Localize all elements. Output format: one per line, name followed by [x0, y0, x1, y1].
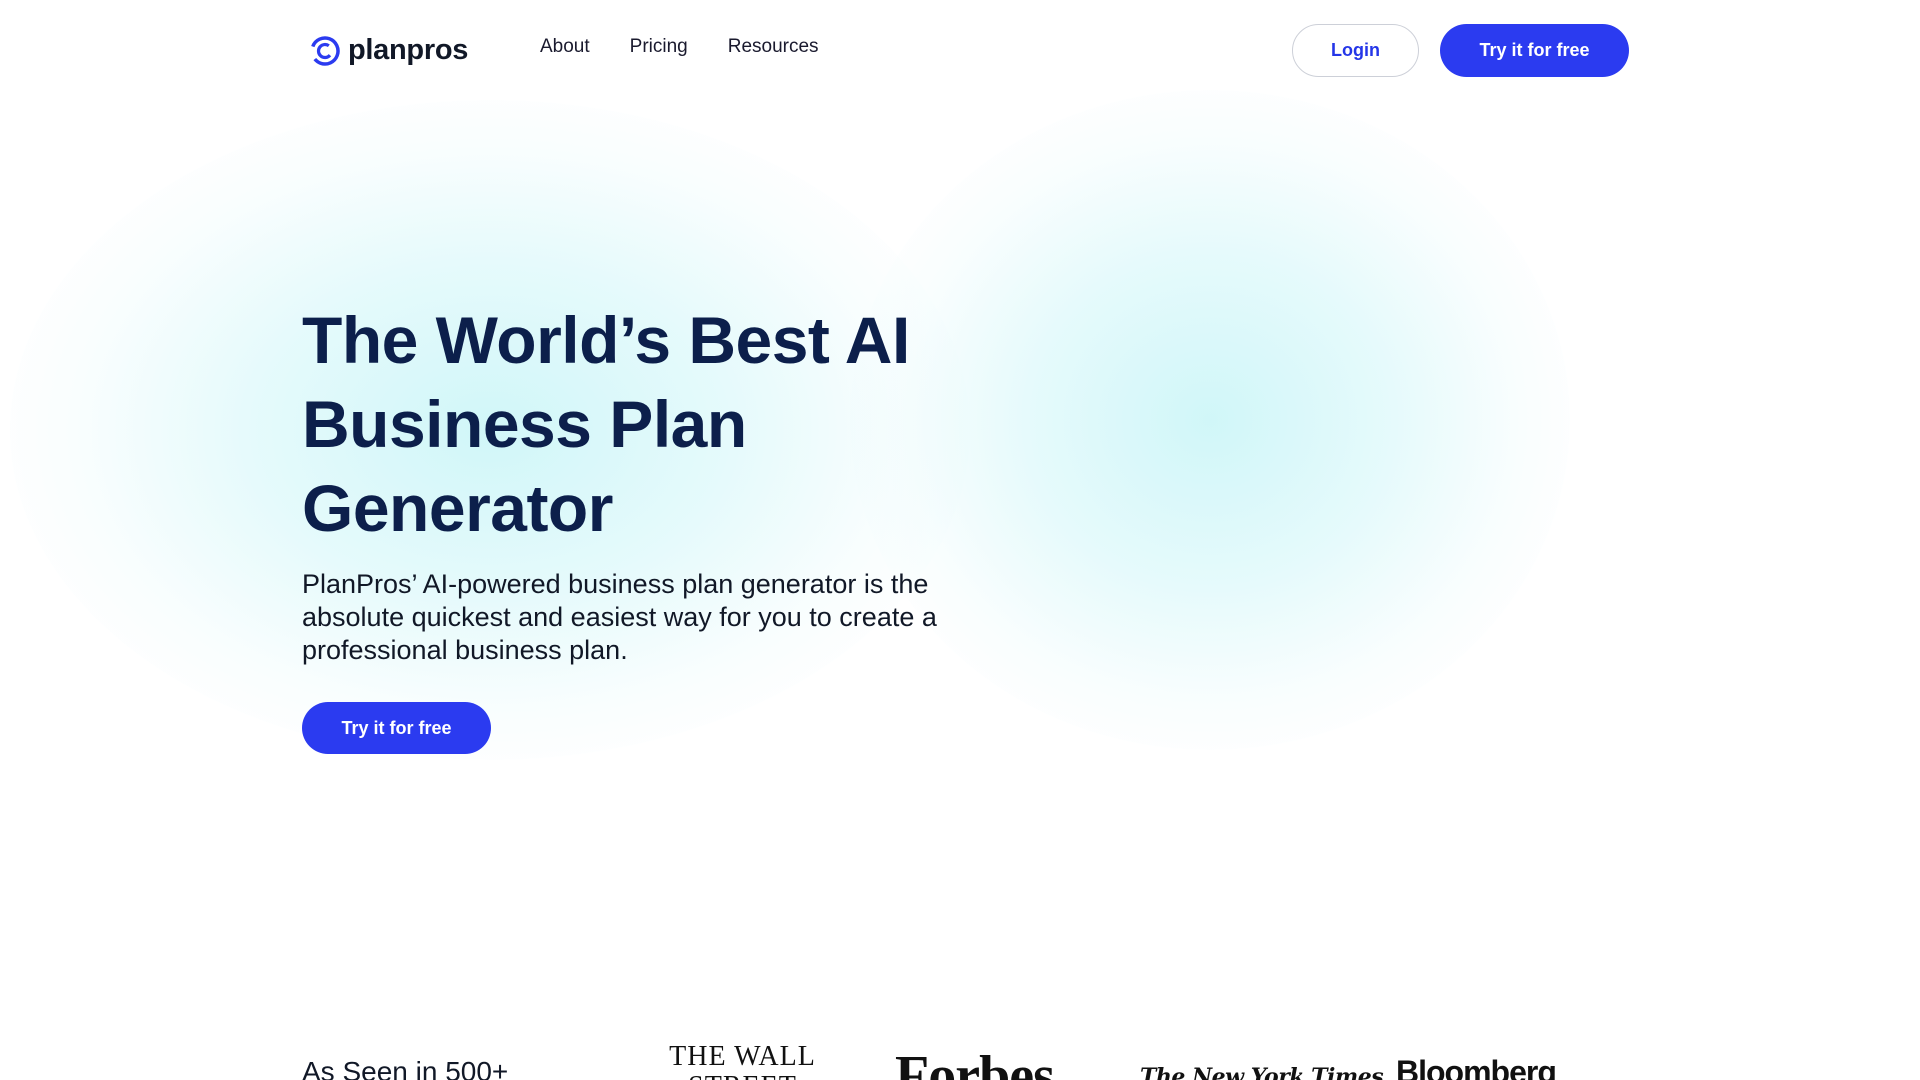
nav-item-resources[interactable]: Resources — [728, 36, 819, 58]
site-header: planpros About Pricing Resources Login T… — [0, 0, 1920, 100]
landing-page: planpros About Pricing Resources Login T… — [0, 0, 1920, 1080]
spiral-icon — [310, 35, 340, 66]
press-heading: As Seen in 500+ — [302, 1056, 509, 1080]
hero-title-line-3: Generator — [302, 471, 613, 545]
hero-title: The World’s Best AI Business Plan Genera… — [302, 298, 1022, 550]
login-button[interactable]: Login — [1292, 24, 1419, 77]
hero-subtitle: PlanPros’ AI-powered business plan gener… — [302, 569, 937, 665]
nav-item-about[interactable]: About — [540, 36, 590, 58]
bloomberg-logo: Bloomberg — [1396, 1054, 1557, 1080]
main-nav: About Pricing Resources — [540, 36, 819, 58]
wsj-logo: THE WALL STREET — [669, 1041, 816, 1080]
forbes-logo: Forbes — [895, 1045, 1055, 1080]
hero-title-line-2: Business Plan — [302, 387, 747, 461]
hero-title-line-1: The World’s Best AI — [302, 303, 910, 377]
hero-try-free-button[interactable]: Try it for free — [302, 702, 491, 754]
nyt-logo: The New York Times — [1140, 1064, 1384, 1080]
logo-link[interactable]: planpros — [310, 34, 468, 67]
nav-item-pricing[interactable]: Pricing — [630, 36, 688, 58]
brand-name: planpros — [348, 34, 469, 66]
header-try-free-button[interactable]: Try it for free — [1440, 24, 1629, 77]
